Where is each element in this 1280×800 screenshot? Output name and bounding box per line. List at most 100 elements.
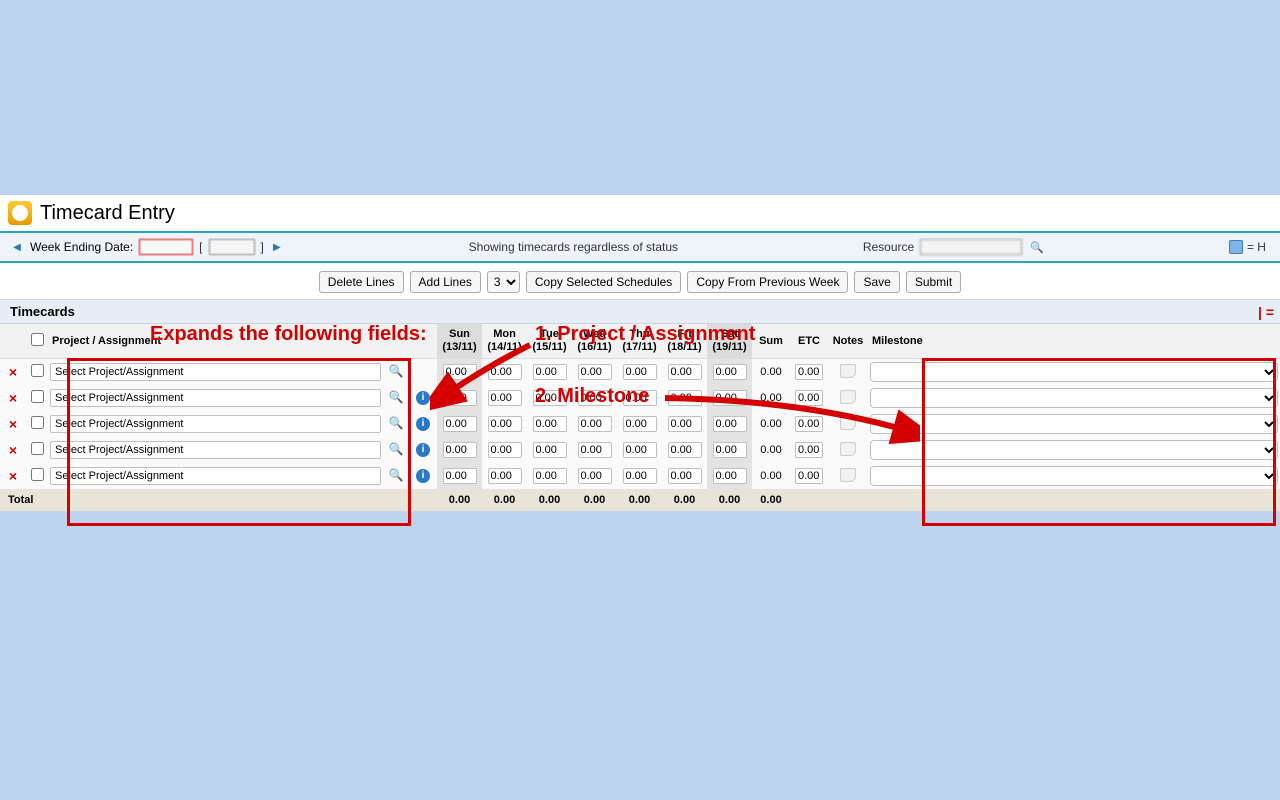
milestone-select[interactable] xyxy=(870,466,1278,486)
hours-input-sun[interactable] xyxy=(443,468,477,484)
milestone-select[interactable] xyxy=(870,440,1278,460)
week-ending-date-redacted xyxy=(139,239,193,255)
col-sum: Sum xyxy=(752,324,790,359)
table-row: ×i0.00 xyxy=(0,411,1280,437)
project-input[interactable] xyxy=(50,441,381,459)
hours-input-fri[interactable] xyxy=(668,364,702,380)
hours-input-wed[interactable] xyxy=(578,364,612,380)
sum-value: 0.00 xyxy=(757,366,785,378)
project-input[interactable] xyxy=(50,467,381,485)
legend-color-swatch xyxy=(1229,240,1243,254)
hours-input-sun[interactable] xyxy=(443,442,477,458)
add-lines-button[interactable]: Add Lines xyxy=(410,271,481,293)
milestone-select[interactable] xyxy=(870,414,1278,434)
hours-input-sat[interactable] xyxy=(713,468,747,484)
milestone-select[interactable] xyxy=(870,362,1278,382)
hours-input-wed[interactable] xyxy=(578,390,612,406)
hours-input-mon[interactable] xyxy=(488,390,522,406)
hours-input-tue[interactable] xyxy=(533,442,567,458)
hours-input-sun[interactable] xyxy=(443,364,477,380)
etc-input[interactable] xyxy=(795,364,823,380)
hours-input-mon[interactable] xyxy=(488,442,522,458)
toolbar: Delete Lines Add Lines 3 Copy Selected S… xyxy=(0,263,1280,299)
etc-input[interactable] xyxy=(795,468,823,484)
notes-icon[interactable] xyxy=(840,390,856,404)
hours-input-thu[interactable] xyxy=(623,364,657,380)
delete-row-icon[interactable]: × xyxy=(9,390,17,406)
hours-input-sat[interactable] xyxy=(713,416,747,432)
save-button[interactable]: Save xyxy=(854,271,899,293)
next-week-button[interactable] xyxy=(270,240,284,254)
hours-input-sun[interactable] xyxy=(443,416,477,432)
notes-icon[interactable] xyxy=(840,416,856,430)
row-checkbox[interactable] xyxy=(31,442,44,455)
table-row: ×i0.00 xyxy=(0,437,1280,463)
notes-icon[interactable] xyxy=(840,468,856,482)
project-input[interactable] xyxy=(50,363,381,381)
project-search-icon[interactable] xyxy=(388,468,404,484)
hours-input-thu[interactable] xyxy=(623,390,657,406)
hours-input-sat[interactable] xyxy=(713,442,747,458)
row-checkbox[interactable] xyxy=(31,468,44,481)
resource-search-icon[interactable] xyxy=(1030,240,1044,254)
status-text: Showing timecards regardless of status xyxy=(469,240,678,254)
project-search-icon[interactable] xyxy=(388,390,404,406)
delete-row-icon[interactable]: × xyxy=(9,442,17,458)
project-search-icon[interactable] xyxy=(388,416,404,432)
hours-input-fri[interactable] xyxy=(668,442,702,458)
row-checkbox[interactable] xyxy=(31,390,44,403)
etc-input[interactable] xyxy=(795,390,823,406)
hours-input-wed[interactable] xyxy=(578,442,612,458)
row-checkbox[interactable] xyxy=(31,416,44,429)
copy-schedules-button[interactable]: Copy Selected Schedules xyxy=(526,271,681,293)
hours-input-mon[interactable] xyxy=(488,468,522,484)
info-icon[interactable]: i xyxy=(416,391,430,405)
row-checkbox[interactable] xyxy=(31,364,44,377)
table-header-row: Project / Assignment Sun(13/11) Mon(14/1… xyxy=(0,324,1280,359)
project-search-icon[interactable] xyxy=(388,442,404,458)
copy-prev-week-button[interactable]: Copy From Previous Week xyxy=(687,271,848,293)
hours-input-tue[interactable] xyxy=(533,416,567,432)
hours-input-mon[interactable] xyxy=(488,364,522,380)
resource-field-redacted[interactable] xyxy=(920,239,1022,255)
info-icon[interactable]: i xyxy=(416,469,430,483)
col-mon: Mon(14/11) xyxy=(482,324,527,359)
hours-input-tue[interactable] xyxy=(533,364,567,380)
resource-label: Resource xyxy=(863,240,914,254)
etc-input[interactable] xyxy=(795,442,823,458)
select-all-checkbox[interactable] xyxy=(31,333,44,346)
hours-input-tue[interactable] xyxy=(533,390,567,406)
delete-lines-button[interactable]: Delete Lines xyxy=(319,271,404,293)
hours-input-thu[interactable] xyxy=(623,416,657,432)
milestone-select[interactable] xyxy=(870,388,1278,408)
clock-icon xyxy=(8,201,32,225)
hours-input-wed[interactable] xyxy=(578,468,612,484)
hours-input-fri[interactable] xyxy=(668,390,702,406)
etc-input[interactable] xyxy=(795,416,823,432)
hours-input-thu[interactable] xyxy=(623,442,657,458)
notes-icon[interactable] xyxy=(840,364,856,378)
project-search-icon[interactable] xyxy=(388,364,404,380)
hours-input-thu[interactable] xyxy=(623,468,657,484)
hours-input-wed[interactable] xyxy=(578,416,612,432)
hours-input-sat[interactable] xyxy=(713,364,747,380)
info-icon[interactable]: i xyxy=(416,443,430,457)
delete-row-icon[interactable]: × xyxy=(9,468,17,484)
hours-input-sat[interactable] xyxy=(713,390,747,406)
total-label: Total xyxy=(0,489,437,511)
notes-icon[interactable] xyxy=(840,442,856,456)
delete-row-icon[interactable]: × xyxy=(9,364,17,380)
add-lines-count-select[interactable]: 3 xyxy=(487,271,520,293)
hours-input-mon[interactable] xyxy=(488,416,522,432)
col-tue: Tue(15/11) xyxy=(527,324,572,359)
submit-button[interactable]: Submit xyxy=(906,271,961,293)
prev-week-button[interactable] xyxy=(10,240,24,254)
hours-input-fri[interactable] xyxy=(668,416,702,432)
delete-row-icon[interactable]: × xyxy=(9,416,17,432)
hours-input-sun[interactable] xyxy=(443,390,477,406)
hours-input-tue[interactable] xyxy=(533,468,567,484)
info-icon[interactable]: i xyxy=(416,417,430,431)
hours-input-fri[interactable] xyxy=(668,468,702,484)
project-input[interactable] xyxy=(50,415,381,433)
project-input[interactable] xyxy=(50,389,381,407)
